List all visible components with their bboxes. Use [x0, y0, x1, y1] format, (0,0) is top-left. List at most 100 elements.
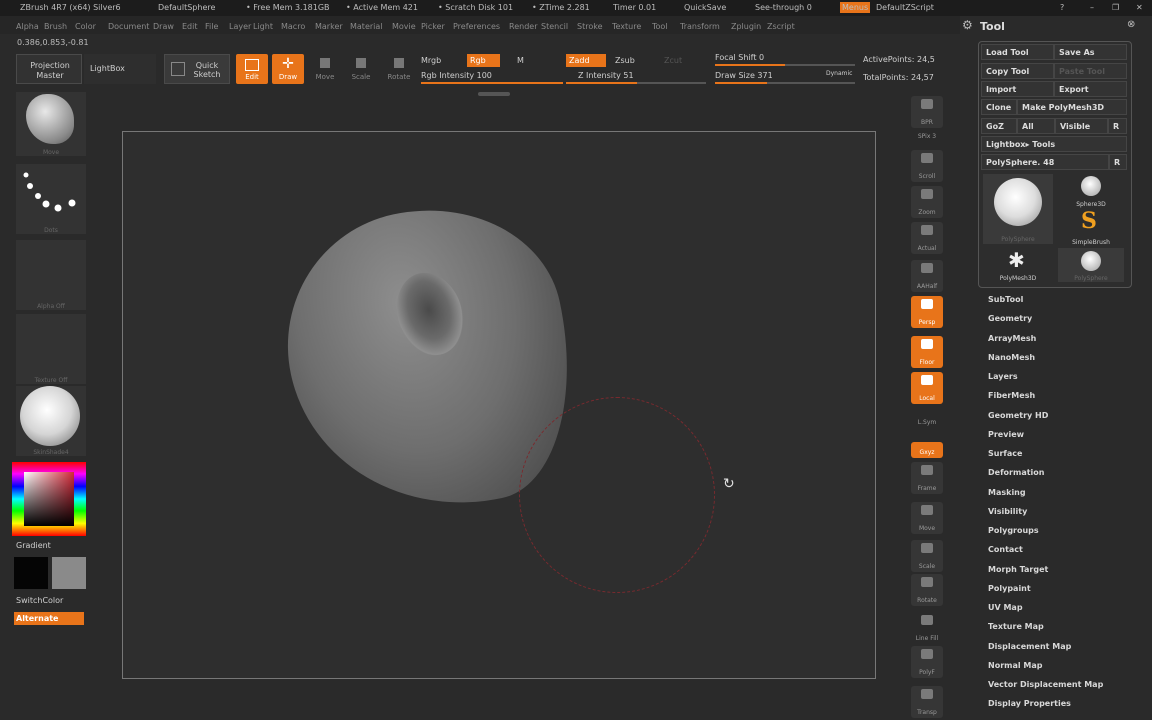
- projection-master-button[interactable]: Projection Master: [16, 54, 82, 84]
- draw-size-slider[interactable]: Draw Size 371: [715, 71, 773, 80]
- shelf-polyf-button[interactable]: PolyF: [911, 646, 943, 678]
- menu-file[interactable]: File: [205, 22, 218, 31]
- switch-color-button[interactable]: SwitchColor: [16, 596, 63, 605]
- close-icon[interactable]: ✕: [1136, 3, 1143, 12]
- material-thumbnail[interactable]: SkinShade4: [16, 386, 86, 456]
- menu-tool[interactable]: Tool: [652, 22, 668, 31]
- menu-brush[interactable]: Brush: [44, 22, 67, 31]
- import-button[interactable]: Import: [981, 81, 1054, 97]
- menu-picker[interactable]: Picker: [421, 22, 445, 31]
- menu-marker[interactable]: Marker: [315, 22, 343, 31]
- shelf-transp-button[interactable]: Transp: [911, 686, 943, 718]
- dynamic-button[interactable]: Dynamic: [826, 70, 852, 77]
- menu-edit[interactable]: Edit: [182, 22, 198, 31]
- rotate-button[interactable]: Rotate: [384, 54, 414, 84]
- edit-button[interactable]: Edit: [236, 54, 268, 84]
- menu-material[interactable]: Material: [350, 22, 383, 31]
- primary-color-swatch[interactable]: [14, 557, 48, 589]
- focal-shift-slider[interactable]: Focal Shift 0: [715, 53, 764, 62]
- tool-thumb-polysphere-2[interactable]: PolySphere: [1058, 248, 1124, 282]
- zadd-button[interactable]: Zadd: [566, 54, 606, 67]
- brush-thumbnail[interactable]: Move: [16, 92, 86, 156]
- quick-sketch-button[interactable]: Quick Sketch: [164, 54, 230, 84]
- menu-texture[interactable]: Texture: [612, 22, 641, 31]
- paste-tool-button[interactable]: Paste Tool: [1054, 63, 1127, 79]
- restore-icon[interactable]: ❐: [1112, 3, 1119, 12]
- shelf-linefill-button[interactable]: Line Fill: [911, 612, 943, 644]
- goz-button[interactable]: GoZ: [981, 118, 1017, 134]
- toolbar-grip[interactable]: [478, 92, 510, 96]
- shelf-xyz-button[interactable]: Gxyz: [911, 442, 943, 458]
- tool-thumb-sphere3d[interactable]: Sphere3D: [1058, 174, 1124, 208]
- menu-preferences[interactable]: Preferences: [453, 22, 500, 31]
- copy-tool-button[interactable]: Copy Tool: [981, 63, 1054, 79]
- goz-r-button[interactable]: R: [1108, 118, 1127, 134]
- color-picker-square[interactable]: [24, 472, 74, 526]
- shelf-actual-button[interactable]: Actual: [911, 222, 943, 254]
- tool-section-displacement-map[interactable]: Displacement Map: [988, 642, 1071, 651]
- tool-section-nanomesh[interactable]: NanoMesh: [988, 353, 1035, 362]
- lightbox-button[interactable]: LightBox: [84, 54, 156, 84]
- tool-thumb-polysphere[interactable]: PolySphere: [983, 174, 1053, 244]
- menu-stencil[interactable]: Stencil: [541, 22, 568, 31]
- tool-section-visibility[interactable]: Visibility: [988, 507, 1027, 516]
- shelf-zoom-button[interactable]: Zoom: [911, 186, 943, 218]
- shelf-persp-button[interactable]: Persp: [911, 296, 943, 328]
- menu-light[interactable]: Light: [253, 22, 273, 31]
- make-polymesh-button[interactable]: Make PolyMesh3D: [1017, 99, 1127, 115]
- scale-button[interactable]: Scale: [346, 54, 376, 84]
- load-tool-button[interactable]: Load Tool: [981, 44, 1054, 60]
- shelf-frame-button[interactable]: Frame: [911, 462, 943, 494]
- menu-color[interactable]: Color: [75, 22, 96, 31]
- z-intensity-slider[interactable]: Z Intensity 51: [578, 71, 634, 80]
- shelf-scroll-button[interactable]: Scroll: [911, 150, 943, 182]
- tool-section-fibermesh[interactable]: FiberMesh: [988, 391, 1035, 400]
- shelf-spix-button[interactable]: SPix 3: [911, 126, 943, 142]
- shelf-floor-button[interactable]: Floor: [911, 336, 943, 368]
- current-tool-r-button[interactable]: R: [1109, 154, 1127, 170]
- tool-section-arraymesh[interactable]: ArrayMesh: [988, 334, 1036, 343]
- mrgb-button[interactable]: Mrgb: [421, 56, 441, 65]
- menu-draw[interactable]: Draw: [153, 22, 174, 31]
- menu-transform[interactable]: Transform: [680, 22, 720, 31]
- shelf-move-button[interactable]: Move: [911, 502, 943, 534]
- gradient-toggle[interactable]: Gradient: [16, 541, 51, 550]
- current-tool-slider[interactable]: PolySphere. 48: [981, 154, 1109, 170]
- shelf-aahalf-button[interactable]: AAHalf: [911, 260, 943, 292]
- save-as-button[interactable]: Save As: [1054, 44, 1127, 60]
- alpha-thumbnail[interactable]: Alpha Off: [16, 240, 86, 310]
- tool-section-subtool[interactable]: SubTool: [988, 295, 1023, 304]
- menus-button[interactable]: Menus: [840, 2, 871, 13]
- menu-alpha[interactable]: Alpha: [16, 22, 39, 31]
- zsub-button[interactable]: Zsub: [615, 56, 635, 65]
- tool-panel-close-icon[interactable]: ⊗: [1127, 19, 1135, 30]
- default-zscript[interactable]: DefaultZScript: [876, 3, 934, 12]
- menu-stroke[interactable]: Stroke: [577, 22, 603, 31]
- tool-section-surface[interactable]: Surface: [988, 449, 1022, 458]
- menu-zscript[interactable]: Zscript: [767, 22, 795, 31]
- quicksave-button[interactable]: QuickSave: [684, 3, 726, 12]
- tool-section-geometry-hd[interactable]: Geometry HD: [988, 411, 1048, 420]
- menu-render[interactable]: Render: [509, 22, 537, 31]
- shelf-lsym-button[interactable]: L.Sym: [911, 412, 943, 428]
- tool-section-geometry[interactable]: Geometry: [988, 314, 1032, 323]
- tool-section-contact[interactable]: Contact: [988, 545, 1023, 554]
- export-button[interactable]: Export: [1054, 81, 1127, 97]
- help-icon[interactable]: ?: [1060, 3, 1064, 12]
- tool-section-polygroups[interactable]: Polygroups: [988, 526, 1039, 535]
- alternate-button[interactable]: Alternate: [14, 612, 84, 625]
- secondary-color-swatch[interactable]: [52, 557, 86, 589]
- tool-section-uv-map[interactable]: UV Map: [988, 603, 1023, 612]
- tool-section-vector-displacement-map[interactable]: Vector Displacement Map: [988, 680, 1103, 689]
- color-picker[interactable]: [12, 462, 86, 536]
- tool-section-layers[interactable]: Layers: [988, 372, 1018, 381]
- clone-button[interactable]: Clone: [981, 99, 1017, 115]
- tool-section-polypaint[interactable]: Polypaint: [988, 584, 1031, 593]
- shelf-scale-button[interactable]: Scale: [911, 540, 943, 572]
- zcut-button[interactable]: Zcut: [664, 56, 682, 65]
- rgb-intensity-slider[interactable]: Rgb Intensity 100: [421, 71, 492, 80]
- tool-section-display-properties[interactable]: Display Properties: [988, 699, 1071, 708]
- move-button[interactable]: Move: [310, 54, 340, 84]
- stroke-thumbnail[interactable]: Dots: [16, 164, 86, 234]
- document-canvas[interactable]: ↻: [122, 131, 876, 679]
